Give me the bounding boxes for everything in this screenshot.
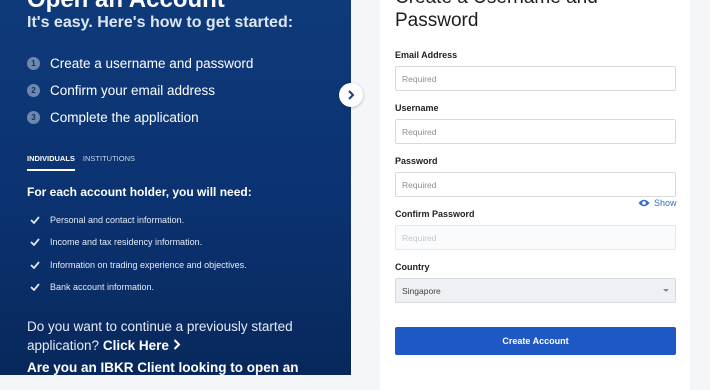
username-field[interactable]	[395, 119, 676, 144]
email-label: Email Address	[395, 50, 458, 60]
step-number: 1	[27, 57, 40, 70]
requirement-text: Income and tax residency information.	[50, 237, 203, 247]
country-select[interactable]: Singapore	[395, 278, 676, 303]
step-label: Confirm your email address	[50, 83, 216, 98]
show-password-toggle[interactable]: Show	[638, 198, 677, 208]
check-icon	[30, 261, 40, 269]
requirement-text: Bank account information.	[50, 282, 155, 292]
show-label: Show	[654, 198, 677, 208]
continue-application-prompt: Do you want to continue a previously sta…	[27, 317, 327, 355]
requirements-heading: For each account holder, you will need:	[27, 185, 252, 199]
requirement-text: Personal and contact information.	[50, 215, 185, 225]
country-value: Singapore	[402, 285, 441, 296]
step-label: Create a username and password	[50, 56, 254, 71]
click-here-link[interactable]: Click Here	[103, 338, 181, 353]
click-here-label: Click Here	[102, 338, 169, 353]
confirm-password-label: Confirm Password	[395, 209, 475, 219]
panel-subtitle: It's easy. Here's how to get started:	[27, 14, 294, 31]
eye-icon	[638, 199, 650, 207]
requirement-item: Information on trading experience and ob…	[30, 260, 247, 270]
requirement-item: Income and tax residency information.	[30, 237, 202, 247]
step-1: 1 Create a username and password	[27, 56, 253, 71]
requirement-text: Information on trading experience and ob…	[50, 260, 247, 270]
panel-title: Open an Account	[27, 0, 225, 14]
step-label: Complete the application	[50, 110, 199, 125]
step-2: 2 Confirm your email address	[27, 83, 215, 98]
country-label: Country	[395, 262, 430, 272]
email-field[interactable]	[395, 66, 676, 91]
chevron-right-icon	[173, 339, 181, 350]
requirement-item: Personal and contact information.	[30, 215, 184, 225]
tab-institutions[interactable]: INSTITUTIONS	[83, 154, 135, 171]
password-label: Password	[395, 156, 438, 166]
info-panel: Open an Account It's easy. Here's how to…	[0, 0, 351, 375]
form-title: Create a Username and Password	[395, 0, 598, 31]
step-3: 3 Complete the application	[27, 110, 199, 125]
requirement-item: Bank account information.	[30, 282, 154, 292]
check-icon	[30, 238, 40, 246]
confirm-password-field[interactable]	[395, 225, 676, 250]
step-number: 3	[27, 111, 40, 124]
step-number: 2	[27, 84, 40, 97]
existing-client-prompt: Are you an IBKR Client looking to open a…	[27, 360, 299, 375]
create-account-button[interactable]: Create Account	[395, 327, 676, 355]
password-field[interactable]	[395, 172, 676, 197]
chevron-down-icon	[663, 289, 669, 292]
tab-individuals[interactable]: INDIVIDUALS	[27, 154, 75, 171]
check-icon	[30, 283, 40, 291]
account-type-tabs: INDIVIDUALS INSTITUTIONS	[27, 154, 135, 171]
check-icon	[30, 216, 40, 224]
username-label: Username	[395, 103, 439, 113]
